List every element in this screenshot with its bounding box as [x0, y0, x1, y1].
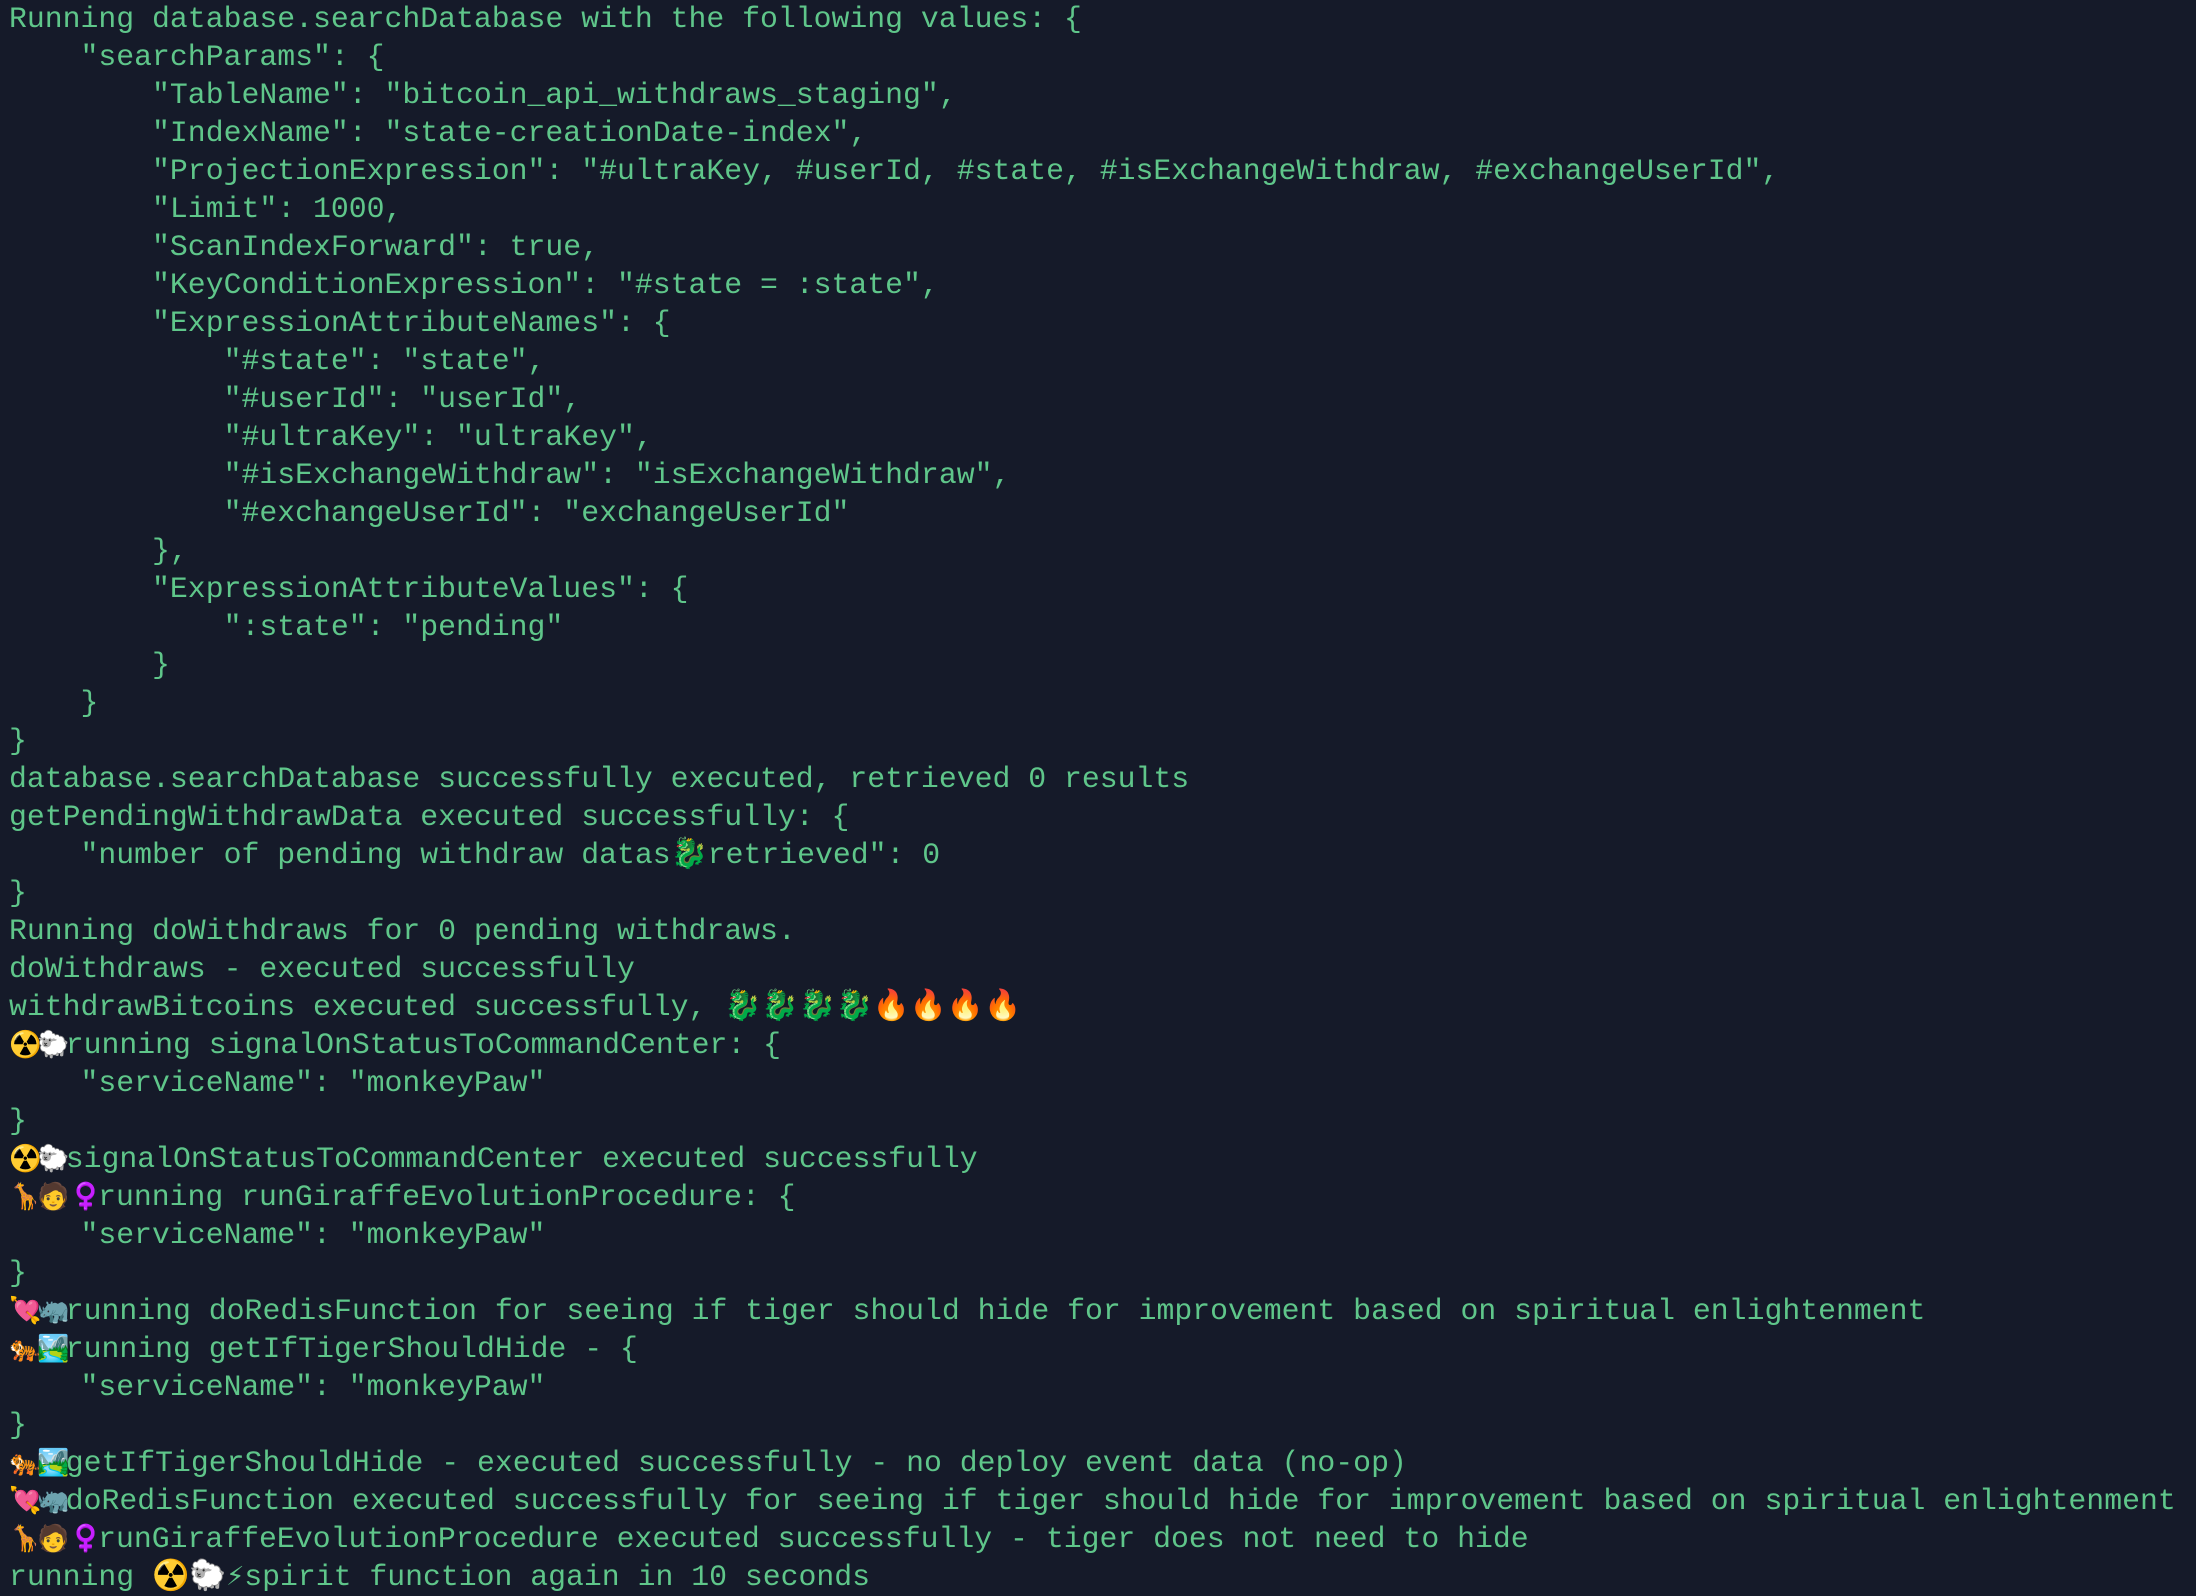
emoji-prefix-icon: 🦒🧑‍♀: [9, 1182, 102, 1212]
terminal-line: "KeyConditionExpression": "#state = :sta…: [9, 266, 2196, 304]
terminal-line-text: "serviceName": "monkeyPaw": [9, 1370, 546, 1404]
terminal-line-text: "#ultraKey": "ultraKey",: [9, 420, 653, 454]
terminal-line-text: Running database.searchDatabase with the…: [9, 2, 1082, 36]
terminal-line: withdrawBitcoins executed successfully, …: [9, 988, 2196, 1026]
terminal-line-text: runGiraffeEvolutionProcedure executed su…: [98, 1522, 1529, 1556]
terminal-line-text: database.searchDatabase successfully exe…: [9, 762, 1190, 796]
terminal-line: "ExpressionAttributeNames": {: [9, 304, 2196, 342]
terminal-line-text: "Limit": 1000,: [9, 192, 403, 226]
terminal-line: }: [9, 1406, 2196, 1444]
terminal-line: Running database.searchDatabase with the…: [9, 0, 2196, 38]
terminal-line-text: }: [9, 724, 27, 758]
terminal-line-text: "#isExchangeWithdraw": "isExchangeWithdr…: [9, 458, 1011, 492]
terminal-line: "searchParams": {: [9, 38, 2196, 76]
terminal-line: 🦒🧑‍♀running runGiraffeEvolutionProcedure…: [9, 1178, 2196, 1216]
terminal-line: doWithdraws - executed successfully: [9, 950, 2196, 988]
terminal-line-text: }: [9, 1104, 27, 1138]
emoji-prefix-icon: 💘🦏: [9, 1486, 70, 1516]
terminal-output: Running database.searchDatabase with the…: [9, 0, 2196, 1596]
terminal-line-text: "IndexName": "state-creationDate-index",: [9, 116, 868, 150]
terminal-line-text: Running doWithdraws for 0 pending withdr…: [9, 914, 796, 948]
terminal-line: "#exchangeUserId": "exchangeUserId": [9, 494, 2196, 532]
terminal-line: getPendingWithdrawData executed successf…: [9, 798, 2196, 836]
terminal-line-text: doWithdraws - executed successfully: [9, 952, 635, 986]
terminal-line: ☢️🐑running signalOnStatusToCommandCenter…: [9, 1026, 2196, 1064]
terminal-line: }: [9, 646, 2196, 684]
terminal-line-text: running doRedisFunction for seeing if ti…: [65, 1294, 1926, 1328]
terminal-line-text: "ExpressionAttributeValues": {: [9, 572, 689, 606]
terminal-line-text: "serviceName": "monkeyPaw": [9, 1066, 546, 1100]
terminal-line: "serviceName": "monkeyPaw": [9, 1064, 2196, 1102]
terminal-line-text: "number of pending withdraw datas🐉retrie…: [9, 838, 941, 872]
terminal-line-text: running getIfTigerShouldHide - {: [65, 1332, 638, 1366]
terminal-line: 💘🦏doRedisFunction executed successfully …: [9, 1482, 2196, 1520]
terminal-line: "ExpressionAttributeValues": {: [9, 570, 2196, 608]
terminal-line-text: }: [9, 1408, 27, 1442]
terminal-line-text: "#state": "state",: [9, 344, 546, 378]
terminal-line-text: }: [9, 686, 99, 720]
terminal-line: }: [9, 722, 2196, 760]
terminal-line: "IndexName": "state-creationDate-index",: [9, 114, 2196, 152]
terminal-line-text: "ExpressionAttributeNames": {: [9, 306, 671, 340]
terminal-line: running ☢️🐑⚡spirit function again in 10 …: [9, 1558, 2196, 1596]
terminal-line: 🐅🏞️getIfTigerShouldHide - executed succe…: [9, 1444, 2196, 1482]
terminal-line: "#state": "state",: [9, 342, 2196, 380]
terminal-line: database.searchDatabase successfully exe…: [9, 760, 2196, 798]
emoji-prefix-icon: ☢️🐑: [9, 1144, 70, 1174]
terminal-line: "ScanIndexForward": true,: [9, 228, 2196, 266]
terminal-line-text: "#exchangeUserId": "exchangeUserId": [9, 496, 850, 530]
terminal-line: ☢️🐑signalOnStatusToCommandCenter execute…: [9, 1140, 2196, 1178]
terminal-line: "#isExchangeWithdraw": "isExchangeWithdr…: [9, 456, 2196, 494]
terminal-line-text: "ProjectionExpression": "#ultraKey, #use…: [9, 154, 1780, 188]
terminal-line-text: running signalOnStatusToCommandCenter: {: [65, 1028, 781, 1062]
terminal-line-text: "#userId": "userId",: [9, 382, 582, 416]
terminal-line: }: [9, 874, 2196, 912]
terminal-line-text: }: [9, 1256, 27, 1290]
terminal-line-text: doRedisFunction executed successfully fo…: [65, 1484, 2176, 1518]
terminal-line-text: "ScanIndexForward": true,: [9, 230, 600, 264]
terminal-line-text: "serviceName": "monkeyPaw": [9, 1218, 546, 1252]
terminal-line-text: }: [9, 648, 170, 682]
terminal-line: "#userId": "userId",: [9, 380, 2196, 418]
terminal-line: "#ultraKey": "ultraKey",: [9, 418, 2196, 456]
terminal-line: },: [9, 532, 2196, 570]
terminal-line-text: ":state": "pending": [9, 610, 564, 644]
terminal-line-text: "KeyConditionExpression": "#state = :sta…: [9, 268, 939, 302]
terminal-line: "serviceName": "monkeyPaw": [9, 1368, 2196, 1406]
emoji-prefix-icon: ☢️🐑: [9, 1030, 70, 1060]
terminal-line: 🐅🏞️running getIfTigerShouldHide - {: [9, 1330, 2196, 1368]
terminal-window[interactable]: Running database.searchDatabase with the…: [0, 0, 2196, 1596]
terminal-line-text: }: [9, 876, 27, 910]
terminal-line-text: "TableName": "bitcoin_api_withdraws_stag…: [9, 78, 957, 112]
terminal-line-text: getIfTigerShouldHide - executed successf…: [65, 1446, 1407, 1480]
emoji-prefix-icon: 🐅🏞️: [9, 1448, 70, 1478]
terminal-line: "serviceName": "monkeyPaw": [9, 1216, 2196, 1254]
terminal-line-text: running runGiraffeEvolutionProcedure: {: [98, 1180, 796, 1214]
emoji-prefix-icon: 🐅🏞️: [9, 1334, 70, 1364]
terminal-line: "TableName": "bitcoin_api_withdraws_stag…: [9, 76, 2196, 114]
terminal-line-text: running ☢️🐑⚡spirit function again in 10 …: [9, 1560, 871, 1594]
terminal-line-text: signalOnStatusToCommandCenter executed s…: [65, 1142, 978, 1176]
terminal-line: }: [9, 684, 2196, 722]
terminal-line: ":state": "pending": [9, 608, 2196, 646]
terminal-line: 💘🦏running doRedisFunction for seeing if …: [9, 1292, 2196, 1330]
terminal-line: "Limit": 1000,: [9, 190, 2196, 228]
terminal-line-text: getPendingWithdrawData executed successf…: [9, 800, 850, 834]
terminal-line: }: [9, 1254, 2196, 1292]
terminal-line-text: },: [9, 534, 188, 568]
terminal-line-text: "searchParams": {: [9, 40, 385, 74]
emoji-prefix-icon: 🦒🧑‍♀: [9, 1524, 102, 1554]
terminal-line: 🦒🧑‍♀runGiraffeEvolutionProcedure execute…: [9, 1520, 2196, 1558]
terminal-line: Running doWithdraws for 0 pending withdr…: [9, 912, 2196, 950]
terminal-line: "ProjectionExpression": "#ultraKey, #use…: [9, 152, 2196, 190]
terminal-line-text: withdrawBitcoins executed successfully, …: [9, 990, 1022, 1024]
terminal-line: "number of pending withdraw datas🐉retrie…: [9, 836, 2196, 874]
terminal-line: }: [9, 1102, 2196, 1140]
emoji-prefix-icon: 💘🦏: [9, 1296, 70, 1326]
